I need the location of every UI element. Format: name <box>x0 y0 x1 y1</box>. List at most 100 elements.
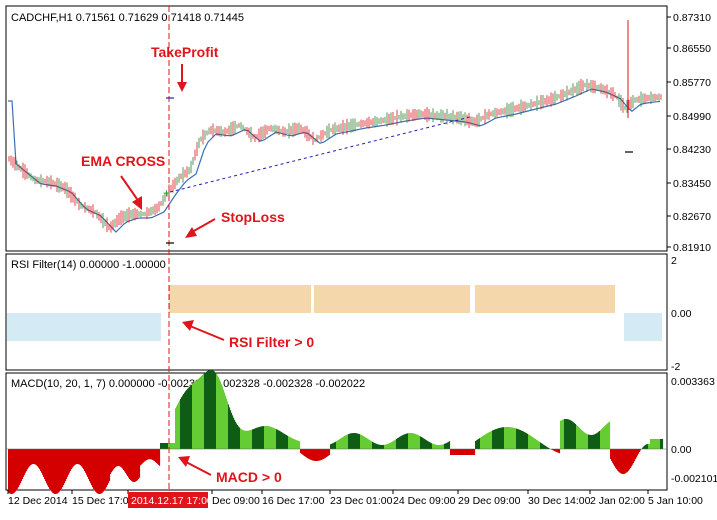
macd-bar <box>359 434 361 449</box>
macd-bar <box>574 423 576 449</box>
macd-bar <box>620 449 622 474</box>
macd-bar <box>44 449 46 479</box>
macd-bar <box>483 435 485 449</box>
macd-bar <box>50 449 52 491</box>
macd-bar <box>361 435 363 449</box>
macd-bar <box>627 449 629 472</box>
macd-bar <box>416 434 418 449</box>
macd-bar <box>319 449 321 461</box>
macd-bar <box>196 380 198 449</box>
macd-bar <box>84 449 86 471</box>
macd-bar <box>187 388 189 449</box>
macd-bar <box>533 437 535 449</box>
macd-bar <box>464 449 466 455</box>
macd-bar <box>311 449 313 461</box>
macd-bar <box>313 449 315 461</box>
ema-cross-annotation: EMA CROSS <box>81 153 165 169</box>
macd-bar <box>486 433 488 449</box>
macd-bar <box>430 442 432 449</box>
macd-bar <box>412 433 414 449</box>
macd-bar <box>253 429 255 449</box>
macd-bar <box>231 412 233 449</box>
macd-bar <box>291 437 293 449</box>
macd-bar <box>156 449 158 463</box>
macd-bar <box>25 449 27 473</box>
macd-bar <box>367 438 369 449</box>
trading-chart[interactable]: CADCHF,H1 0.71561 0.71629 0.71418 0.7144… <box>0 0 717 520</box>
macd-bar <box>378 444 380 449</box>
macd-bar <box>131 449 133 481</box>
macd-bar <box>454 449 456 455</box>
macd-bar <box>585 433 587 449</box>
macd-bar <box>584 432 586 449</box>
price-tick-label: 0.84230 <box>673 144 711 156</box>
macd-bar <box>103 449 105 492</box>
macd-bar <box>52 449 54 493</box>
macd-bar <box>266 426 268 449</box>
macd-bar <box>629 449 631 470</box>
macd-bar <box>575 424 577 449</box>
macd-bar <box>144 449 146 462</box>
macd-bar <box>191 384 193 449</box>
macd-bar <box>528 434 530 449</box>
macd-bar <box>273 427 275 449</box>
macd-bar <box>178 402 180 449</box>
macd-bar <box>98 449 100 494</box>
macd-bar <box>570 420 572 449</box>
macd-bar <box>382 445 384 449</box>
macd-bar <box>406 433 408 449</box>
macd-bar <box>75 449 77 465</box>
time-tick-label: 23 Dec 01:00 <box>330 495 393 507</box>
macd-bar <box>104 449 106 491</box>
macd-bar <box>102 449 104 493</box>
macd-bar <box>15 449 17 492</box>
macd-bar <box>299 441 301 449</box>
macd-bar <box>315 449 317 461</box>
macd-bar <box>222 386 224 449</box>
macd-bar <box>159 449 161 466</box>
macd-bar <box>272 427 274 449</box>
macd-bar <box>47 449 49 486</box>
time-tick-label: 12 Dec 2014 <box>8 495 68 507</box>
macd-bar <box>205 372 207 449</box>
macd-bar <box>293 438 295 449</box>
time-tick-label: 24 Dec 09:00 <box>393 495 456 507</box>
main-price-panel[interactable] <box>5 5 668 252</box>
macd-bar <box>391 442 393 449</box>
macd-bar <box>616 449 618 470</box>
macd-bar <box>264 426 266 449</box>
macd-bar <box>387 444 389 449</box>
macd-bar <box>95 449 97 492</box>
macd-bar <box>494 429 496 449</box>
macd-bar <box>602 428 604 449</box>
macd-bar <box>438 445 440 449</box>
macd-bar <box>440 444 442 449</box>
macd-bar <box>605 425 607 449</box>
macd-bar <box>202 375 204 449</box>
macd-bar <box>433 444 435 449</box>
macd-bar <box>245 430 247 449</box>
macd-bar <box>571 420 573 449</box>
macd-bar <box>626 449 628 473</box>
macd-bar <box>295 439 297 449</box>
macd-bar <box>414 433 416 449</box>
macd-bar <box>478 438 480 449</box>
macd-bar <box>458 449 460 455</box>
macd-bar <box>243 430 245 449</box>
macd-bar <box>568 419 570 449</box>
macd-bar <box>64 449 66 484</box>
macd-bar <box>512 427 514 449</box>
macd-bar <box>465 449 467 455</box>
macd-bar <box>336 441 338 449</box>
macd-bar <box>161 443 163 449</box>
macd-bar <box>199 377 201 449</box>
macd-bar <box>617 449 619 471</box>
macd-bar <box>332 443 334 449</box>
macd-bar <box>350 433 352 449</box>
macd-bar <box>185 391 187 449</box>
macd-bar <box>107 449 109 486</box>
macd-bar <box>380 444 382 449</box>
macd-bar <box>651 439 653 449</box>
macd-bar <box>426 440 428 449</box>
macd-bar <box>567 419 569 449</box>
